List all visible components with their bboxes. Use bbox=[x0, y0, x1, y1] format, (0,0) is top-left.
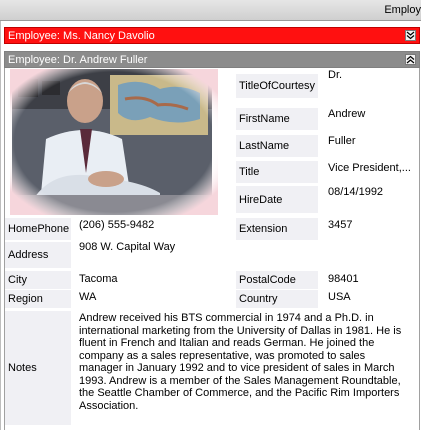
window-title-strip: Employ bbox=[0, 0, 421, 21]
hire-date-label: HireDate bbox=[236, 186, 318, 213]
chevron-double-up-icon bbox=[406, 55, 415, 64]
title-of-courtesy-label: TitleOfCourtesy bbox=[236, 74, 318, 98]
region-label: Region bbox=[5, 290, 71, 308]
first-name-label: FirstName bbox=[236, 108, 318, 130]
home-phone-value[interactable]: (206) 555-9482 bbox=[77, 219, 154, 231]
window-title: Employ bbox=[384, 4, 421, 16]
address-label: Address bbox=[5, 242, 71, 268]
city-label: City bbox=[5, 271, 71, 289]
last-name-value[interactable]: Fuller bbox=[326, 135, 356, 147]
collapsed-record-header[interactable]: Employee: Ms. Nancy Davolio bbox=[4, 27, 420, 44]
title-of-courtesy-value[interactable]: Dr. bbox=[326, 69, 342, 81]
postal-code-label: PostalCode bbox=[236, 271, 318, 289]
notes-value[interactable]: Andrew received his BTS commercial in 19… bbox=[79, 312, 411, 412]
postal-code-value[interactable]: 98401 bbox=[326, 273, 359, 285]
title-value[interactable]: Vice President,... bbox=[326, 162, 414, 174]
extension-value[interactable]: 3457 bbox=[326, 219, 352, 231]
extension-label: Extension bbox=[236, 218, 318, 240]
expanded-record-header[interactable]: Employee: Dr. Andrew Fuller bbox=[4, 51, 420, 68]
country-label: Country bbox=[236, 290, 318, 308]
address-value[interactable]: 908 W. Capital Way bbox=[77, 241, 175, 253]
expand-icon[interactable] bbox=[405, 30, 416, 41]
last-name-label: LastName bbox=[236, 135, 318, 157]
city-value[interactable]: Tacoma bbox=[77, 273, 118, 285]
chevron-double-down-icon bbox=[406, 31, 415, 40]
expanded-record-title: Employee: Dr. Andrew Fuller bbox=[8, 54, 148, 66]
first-name-value[interactable]: Andrew bbox=[326, 108, 365, 120]
collapsed-record-title: Employee: Ms. Nancy Davolio bbox=[8, 30, 155, 42]
collapse-icon[interactable] bbox=[405, 54, 416, 65]
title-label: Title bbox=[236, 161, 318, 183]
region-value[interactable]: WA bbox=[77, 291, 96, 303]
home-phone-label: HomePhone bbox=[5, 218, 71, 240]
country-value[interactable]: USA bbox=[326, 291, 351, 303]
employee-photo bbox=[10, 69, 218, 215]
notes-label: Notes bbox=[5, 311, 71, 425]
hire-date-value[interactable]: 08/14/1992 bbox=[326, 186, 383, 198]
